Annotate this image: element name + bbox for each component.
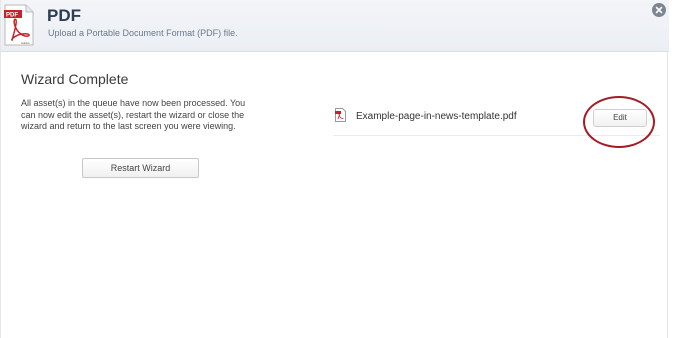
close-button[interactable] (652, 3, 666, 17)
svg-text:PDF: PDF (6, 13, 18, 19)
restart-wizard-button[interactable]: Restart Wizard (82, 158, 199, 178)
pdf-file-icon (335, 108, 346, 122)
annotation-circle (583, 96, 655, 148)
page-title: PDF (47, 6, 81, 25)
close-icon (655, 6, 663, 14)
wizard-title: Wizard Complete (21, 71, 129, 87)
wizard-panel: PDF Adobe PDF Upload a Portable Document… (0, 0, 669, 338)
wizard-description: All asset(s) in the queue have now been … (21, 98, 246, 131)
pdf-logo-icon: PDF Adobe (4, 4, 34, 46)
logo-caption: Adobe (21, 41, 30, 45)
panel-header: PDF Adobe PDF Upload a Portable Document… (1, 0, 669, 52)
file-name: Example-page-in-news-template.pdf (356, 111, 517, 122)
page-subtitle: Upload a Portable Document Format (PDF) … (48, 28, 238, 38)
